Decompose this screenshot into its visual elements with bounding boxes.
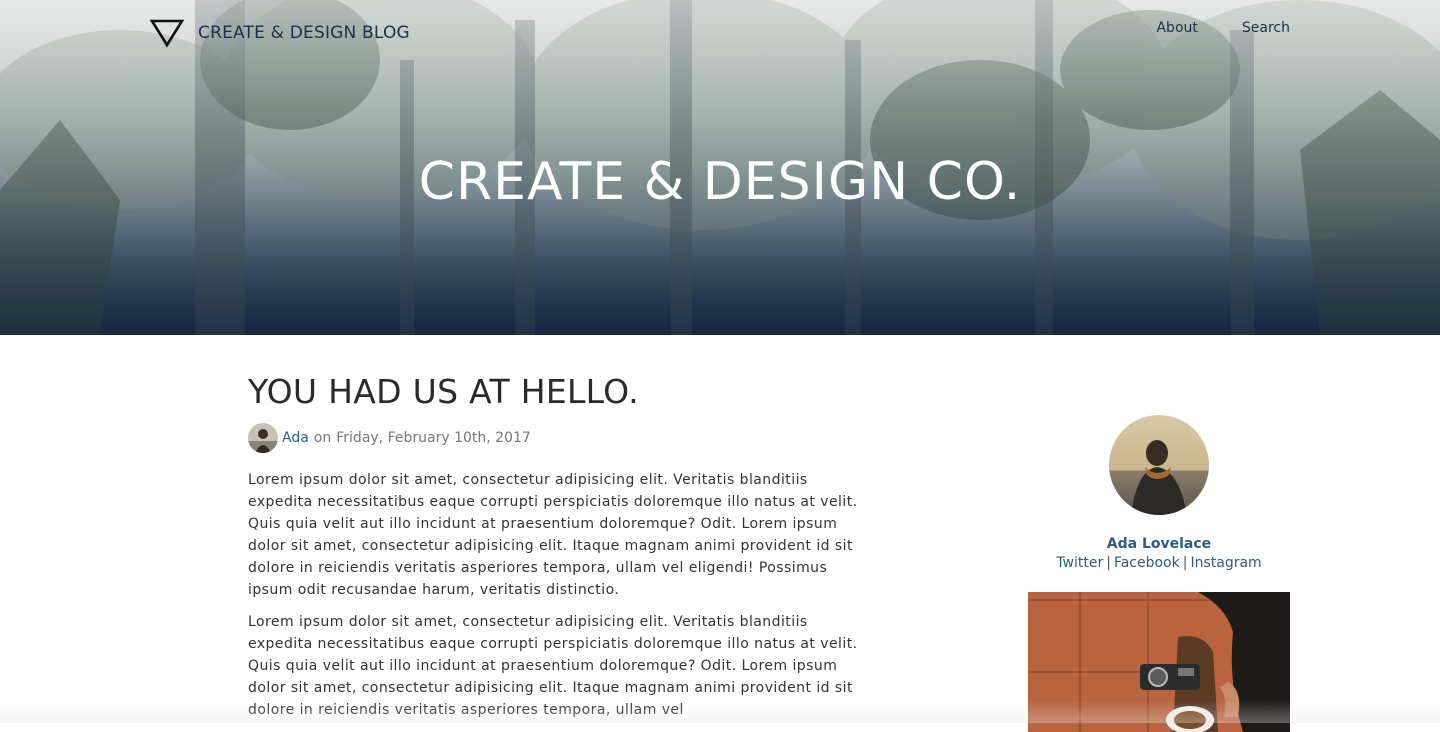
post-paragraph: Lorem ipsum dolor sit amet, consectetur … bbox=[248, 614, 858, 718]
brand[interactable]: CREATE & DESIGN BLOG bbox=[150, 18, 410, 48]
hero-header: CREATE & DESIGN BLOG About Search CREATE… bbox=[0, 0, 1440, 335]
post-meta: Ada on Friday, February 10th, 2017 bbox=[248, 423, 873, 453]
nav-link-search[interactable]: Search bbox=[1242, 20, 1290, 36]
social-separator: | bbox=[1106, 555, 1111, 571]
post-meta-on: on bbox=[313, 430, 332, 446]
post-title: YOU HAD US AT HELLO. bbox=[248, 372, 639, 411]
nav-link-about[interactable]: About bbox=[1156, 20, 1197, 36]
triangle-down-icon bbox=[150, 19, 184, 48]
author-sidebar: Ada Lovelace Twitter | Facebook | Instagram bbox=[1028, 415, 1290, 732]
instagram-link[interactable]: Instagram bbox=[1190, 555, 1261, 571]
brand-title[interactable]: CREATE & DESIGN BLOG bbox=[198, 23, 410, 43]
facebook-link[interactable]: Facebook bbox=[1114, 555, 1180, 571]
main-nav: About Search bbox=[1156, 20, 1290, 36]
post-body: Lorem ipsum dolor sit amet, consectetur … bbox=[248, 469, 873, 721]
author-mini-avatar[interactable] bbox=[248, 423, 278, 453]
post-paragraph: Lorem ipsum dolor sit amet, consectetur … bbox=[248, 472, 858, 598]
post-date: Friday, February 10th, 2017 bbox=[336, 430, 531, 446]
blog-post: YOU HAD US AT HELLO. Ada on Friday, Febr… bbox=[248, 372, 873, 731]
hero-title: CREATE & DESIGN CO. bbox=[418, 152, 1022, 212]
twitter-link[interactable]: Twitter bbox=[1056, 555, 1103, 571]
sidebar-photo-camera-coffee bbox=[1028, 592, 1290, 732]
author-avatar bbox=[1109, 415, 1209, 515]
social-links: Twitter | Facebook | Instagram bbox=[1028, 555, 1290, 571]
sidebar-author-name[interactable]: Ada Lovelace bbox=[1028, 536, 1290, 552]
post-author-link[interactable]: Ada bbox=[282, 430, 309, 446]
social-separator: | bbox=[1182, 555, 1188, 571]
